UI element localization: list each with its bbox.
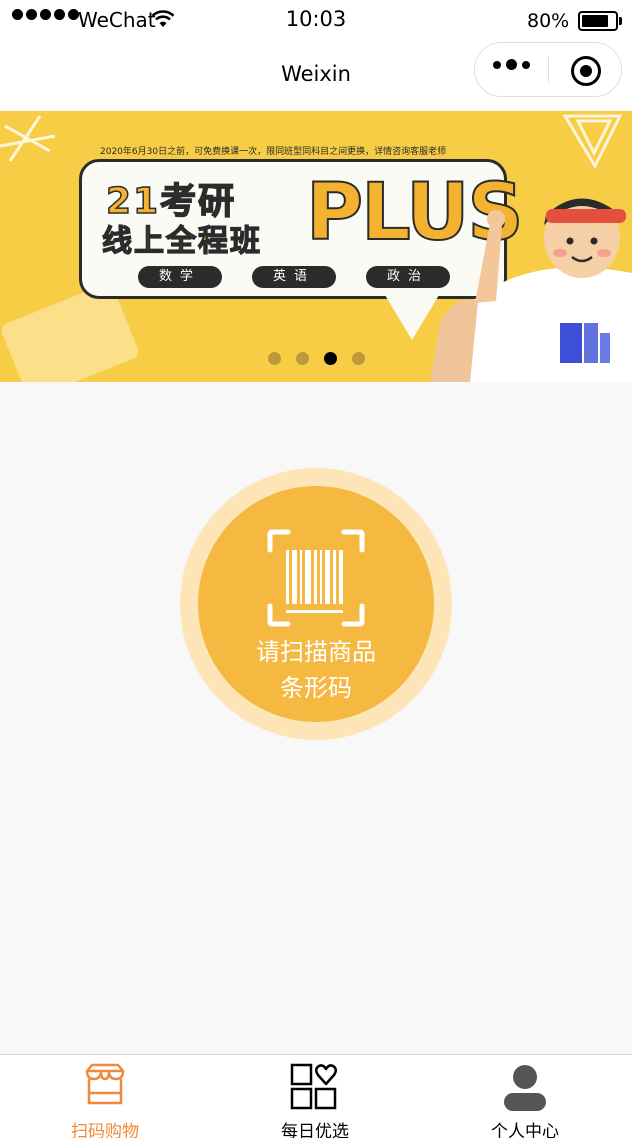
battery-icon [578,11,618,31]
user-icon [504,1065,546,1111]
tab-daily-picks[interactable]: 每日优选 [210,1055,420,1138]
battery-tip [619,17,622,25]
tab-label-scan-shopping: 扫码购物 [71,1122,139,1138]
banner-notice: 2020年6月30日之前，可免费换课一次，限同班型同科目之间更换，详情咨询客服老… [100,147,447,157]
battery-percent: 80% [527,10,570,32]
grid-heart-icon [290,1063,337,1110]
pagination-dot[interactable] [268,352,281,365]
capsule-divider [548,57,549,83]
storefront-icon [85,1063,125,1105]
tab-label-personal-center: 个人中心 [491,1122,559,1138]
cartoon-boy-illustration [430,198,632,382]
scan-barcode-button[interactable]: 请扫描商品 条形码 [180,468,452,740]
subject-pill-english: 英语 [252,266,336,288]
scan-instruction-line-1: 请扫描商品 [256,638,376,666]
pagination-dot[interactable] [296,352,309,365]
navigation-bar: Weixin [0,42,632,110]
triangle-doodle-icon [562,114,623,170]
banner-pagination [268,352,365,365]
bottom-tab-bar: 扫码购物 每日优选 个人中心 [0,1054,632,1138]
mini-program-capsule [474,42,622,97]
tab-label-daily-picks: 每日优选 [281,1122,349,1138]
scan-button-inner[interactable]: 请扫描商品 条形码 [198,486,434,722]
star-doodle-icon [0,115,56,162]
scan-instruction-line-2: 条形码 [280,674,352,702]
status-bar: WeChat 10:03 80% [0,0,632,42]
promo-banner[interactable]: 2020年6月30日之前，可免费换课一次，限同班型同科目之间更换，详情咨询客服老… [0,111,632,382]
tab-scan-shopping[interactable]: 扫码购物 [0,1055,210,1138]
subject-pill-math: 数学 [138,266,222,288]
more-options-icon[interactable] [493,59,530,70]
barcode-scan-icon [267,529,365,627]
pagination-dot[interactable] [324,352,337,365]
tab-personal-center[interactable]: 个人中心 [420,1055,630,1138]
pagination-dot[interactable] [352,352,365,365]
close-mini-program-icon[interactable] [571,56,601,86]
banner-line-2: 线上全程班 [101,223,262,259]
